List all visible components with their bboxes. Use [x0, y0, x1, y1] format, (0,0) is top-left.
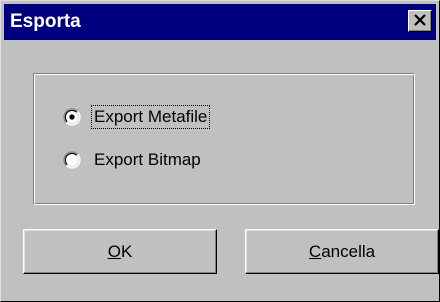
export-dialog: Esporta Export Metafile Export Bitmap OK… [0, 0, 440, 302]
title-bar[interactable]: Esporta [4, 4, 436, 40]
radio-label-export-metafile[interactable]: Export Metafile [90, 105, 211, 129]
radio-unselected-icon[interactable] [63, 151, 81, 169]
close-icon [414, 14, 426, 26]
window-title: Esporta [10, 11, 81, 32]
export-options-group [33, 73, 415, 205]
ok-button[interactable]: OK [23, 229, 217, 274]
cancel-button[interactable]: Cancella [245, 229, 439, 274]
close-button[interactable] [408, 10, 432, 32]
radio-selected-icon[interactable] [63, 108, 81, 126]
radio-label-export-bitmap[interactable]: Export Bitmap [92, 149, 203, 171]
radio-export-metafile[interactable]: Export Metafile [63, 105, 211, 129]
ok-button-label: OK [107, 241, 133, 261]
cancel-button-label: Cancella [308, 241, 376, 261]
radio-export-bitmap[interactable]: Export Bitmap [63, 148, 203, 172]
